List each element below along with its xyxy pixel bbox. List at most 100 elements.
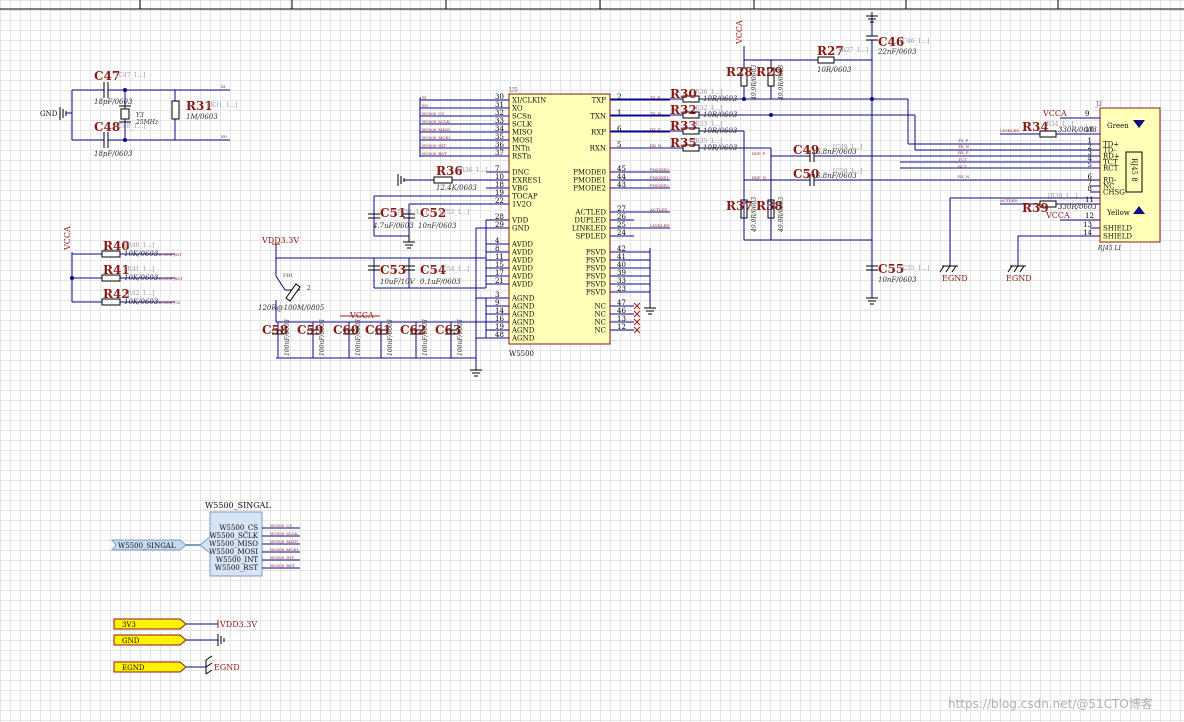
w5500-pin-number: 15	[495, 261, 504, 269]
decoupling-cap-value: 100nF/0603	[457, 319, 464, 356]
psvd-nets	[644, 248, 656, 315]
ferrite-bead	[275, 275, 301, 302]
w5500-pin-number: 23	[617, 285, 626, 293]
w5500-pin-name: VBG	[511, 185, 528, 193]
egnd-label-1: EGND	[942, 274, 968, 283]
w5500-pin-name: XI/CLKIN	[512, 97, 546, 105]
w5500-pin-number: 1	[617, 109, 621, 117]
w5500-pin-name: PSVD	[586, 289, 607, 297]
w5500-pin-name: PSVD	[586, 281, 607, 289]
r36-comment: [R36_1...]	[458, 167, 487, 174]
c54-comment: [C54_1...]	[440, 266, 469, 273]
linkled-net: LINKLED	[1000, 128, 1020, 133]
c47-capacitor	[95, 82, 125, 98]
r35-value: 10R/0603	[703, 144, 738, 152]
w5500-pin-number: 46	[617, 307, 626, 315]
w5500-pin-name: AVDD	[511, 265, 533, 273]
egnd-symbol-2	[1007, 265, 1026, 273]
decoupling-cap-value: 100nF/0603	[422, 319, 429, 356]
gnd-label: GND	[40, 110, 58, 118]
fb1-value: 120R@100M/0805	[258, 304, 325, 312]
r42-resistor	[101, 298, 121, 306]
w5500-pin-number: 47	[617, 299, 626, 307]
tx-p-net: TX_P	[958, 138, 969, 143]
harness-signal-name: W5500_MISO	[209, 540, 258, 548]
r27-comment: [R27_1...]	[839, 47, 868, 54]
w5500-pin-net: W5500_CS	[422, 111, 444, 116]
w5500-ic: U5 W5500 30 XI/CLKINXI31 XOXO32 SCSnW5500_C…	[420, 87, 670, 358]
r39-designator: R39	[1022, 201, 1049, 215]
rj45-block: J2 RJ45 LI RJ45 8 1 TD+2 TD-3 RD+4 TCT5 RCT6 R…	[900, 101, 1161, 283]
w5500-pin-name: VDD	[511, 217, 529, 225]
r40-resistor	[101, 250, 121, 258]
c47-comment: [C47_1...]	[116, 72, 145, 79]
r42-comment: [R42_1...]	[125, 290, 154, 297]
w5500-pin-name: AVDD	[511, 249, 533, 257]
w5500-pin-name: AGND	[511, 295, 535, 303]
w5500-pin-number: 41	[617, 253, 626, 261]
c52-value: 10nF/0603	[418, 222, 457, 230]
w5500-pin-net: RX_N	[650, 143, 662, 148]
r28-designator: R28	[726, 65, 753, 79]
w5500-pin-number: 2	[617, 93, 621, 101]
pullup-vcca-label: VCCA	[63, 226, 72, 251]
w5500-pin-number: 25	[617, 221, 626, 229]
harness-signal-name: W5500_SCLK	[209, 532, 258, 540]
term-vcca-label: VCCA	[735, 20, 744, 45]
w5500-pin-name: TXN	[590, 113, 606, 121]
w5500-pin-name: NC	[595, 327, 606, 335]
harness-title: W5500_SINGAL	[205, 501, 271, 510]
watermark: https://blog.csdn.net/@51CTO博客	[948, 696, 1153, 711]
termination-block: VCCA R27 [R27_1...] 10R/0603 R28 49.9R/0…	[610, 12, 1095, 305]
w5500-pin-name: SPDLED	[576, 233, 607, 241]
w5500-pin-number: 24	[617, 229, 626, 237]
w5500-pin-name: ACTLED	[575, 209, 607, 217]
w5500-pin-net: XI	[422, 95, 427, 100]
r38-value: 49.9R/0603	[778, 197, 785, 233]
w5500-pin-number: 18	[495, 181, 504, 189]
w5500-pin-name: MOSI	[512, 137, 533, 145]
w5500-pin-name: DNC	[512, 169, 529, 177]
decoupling-cap-value: 100nF/0603	[355, 319, 362, 356]
w5500-pin-number: 12	[617, 323, 626, 331]
w5500-pin-name: LINKLED	[572, 225, 607, 233]
w5500-pin-name: RXP	[591, 129, 606, 137]
r39-value: 330R/0603	[1058, 203, 1097, 211]
w5500-pin-number: 44	[617, 173, 626, 181]
w5500-pin-number: 39	[617, 269, 626, 277]
rj-vcca-1: VCCA	[1042, 109, 1067, 118]
w5500-pin-net: W5500_RST	[422, 151, 447, 156]
r31-comment: [R31_1...]	[208, 102, 237, 109]
w5500-pin-net: PMODE1	[650, 175, 669, 180]
w5500-pin-net: W5500_MISO	[422, 127, 451, 132]
port-egnd-label: EGND	[122, 664, 145, 672]
w5500-pin-number: 35	[495, 133, 504, 141]
port-3v3-label: 3V3	[122, 621, 136, 629]
w5500-pin-name: DUPLED	[574, 217, 606, 225]
w5500-part-name: W5500	[509, 350, 534, 358]
w5500-pin-number: 27	[617, 205, 626, 213]
w5500-pin-number: 30	[495, 93, 504, 101]
y3-designator: Y3	[136, 112, 144, 119]
harness-signal-net: W5500_MOSI	[270, 547, 298, 552]
w5500-pin-name: EXRES1	[512, 177, 542, 185]
xo-net-label: XO	[221, 134, 228, 139]
w5500-pin-net: PMODE0	[650, 167, 669, 172]
pullup-block: VCCA R40 [R40_1...] 10K/0603 W5500_INT R…	[63, 226, 183, 306]
bias-block: R36 [R36_1...] 12.4K/0603 C51 [C51_1...]…	[368, 164, 487, 249]
decoupling-cap-value: 100nF/0603	[387, 319, 394, 356]
w5500-pin-name: PSVD	[586, 249, 607, 257]
w5500-pin-number: 19	[495, 323, 504, 331]
port-egnd-sym-label: EGND	[214, 663, 240, 672]
w5500-pin-name: NC	[595, 311, 606, 319]
r27-value: 10R/0603	[817, 66, 852, 74]
r41-resistor	[101, 274, 121, 282]
w5500-pin-name: TOCAP	[512, 193, 538, 201]
w5500-pin-name: AGND	[511, 319, 535, 327]
w5500-pin-net: LINKLED	[650, 223, 670, 228]
r32-value: 10R/0603	[703, 111, 738, 119]
w5500-pin-number: 37	[495, 149, 504, 157]
w5500-pin-name: XO	[512, 105, 523, 113]
w5500-pin-number: 29	[495, 221, 504, 229]
w5500-pin-number: 28	[495, 213, 504, 221]
